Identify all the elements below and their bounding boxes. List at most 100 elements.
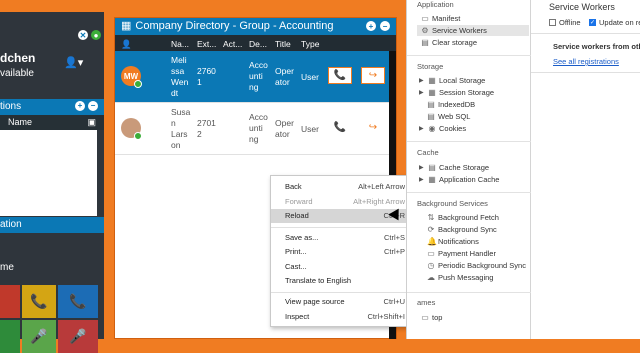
avatar-column-icon: 👤 [121, 39, 132, 49]
nav-notifications[interactable]: 🔔 Notifications [427, 236, 479, 247]
divider [407, 292, 531, 293]
transfer-button[interactable]: ↪ [361, 119, 385, 136]
add-icon[interactable]: + [366, 21, 376, 31]
nav-indexeddb[interactable]: ▤ IndexedDB [427, 99, 475, 110]
gear-icon: ⚙ [421, 26, 429, 35]
row-type: User [301, 124, 319, 134]
table-row[interactable]: MW Meli ssa Wen dt 2760 1 Acco unti ng O… [115, 51, 396, 103]
nav-background-fetch[interactable]: ⇅ Background Fetch [427, 212, 499, 223]
expand-arrow-icon[interactable]: ▶ [419, 125, 425, 132]
database-icon: ▤ [421, 38, 429, 47]
col-ext[interactable]: Ext... [197, 39, 216, 49]
transfer-button[interactable]: ↪ [361, 67, 385, 84]
status-icon[interactable]: ● [91, 30, 101, 40]
row-title: Oper ator [275, 66, 294, 87]
remove-icon[interactable]: − [380, 21, 390, 31]
nav-frame-top[interactable]: ▭ top [421, 312, 442, 323]
service-workers-pane: Service Workers Offline ✓ Update on rel S… [531, 0, 640, 339]
sync-icon: ⇅ [427, 213, 435, 222]
expand-arrow-icon[interactable]: ▶ [419, 176, 425, 183]
tile-green[interactable] [0, 320, 20, 353]
divider [531, 72, 640, 73]
offline-checkbox[interactable]: Offline [549, 18, 581, 27]
menu-item-inspect[interactable]: Inspect Ctrl+Shift+I [271, 310, 411, 324]
nav-service-workers[interactable]: ⚙ Service Workers [417, 25, 529, 36]
update-on-reload-checkbox[interactable]: ✓ Update on rel [589, 18, 640, 27]
directory-title: Company Directory - Group - Accounting [135, 20, 334, 32]
menu-item-print[interactable]: Print... Ctrl+P [271, 245, 411, 259]
directory-column-header: 👤 Na... Ext... Act... De... Title Type [115, 35, 396, 51]
sync-icon: ⟳ [427, 225, 435, 234]
add-icon[interactable]: + [75, 101, 85, 111]
nav-session-storage[interactable]: ▶ ▦ Session Storage [419, 87, 494, 98]
call-button[interactable]: 📞 [328, 119, 352, 136]
presence-dot [134, 132, 142, 140]
menu-separator [271, 227, 411, 228]
tile-red[interactable] [0, 285, 20, 318]
close-icon[interactable]: ✕ [78, 30, 88, 40]
card-icon: ▭ [427, 249, 435, 258]
expand-arrow-icon[interactable]: ▶ [419, 77, 425, 84]
checkbox-checked-icon[interactable]: ✓ [589, 19, 596, 26]
nav-periodic-sync[interactable]: ◷ Periodic Background Sync [427, 260, 526, 271]
bell-icon: 🔔 [427, 237, 437, 246]
menu-item-back[interactable]: Back Alt+Left Arrow [271, 180, 411, 194]
menu-separator [271, 292, 411, 293]
divider [407, 141, 531, 142]
left-column-header: Name ▣ [0, 115, 104, 130]
devtools-panel: Application ▭ Manifest ⚙ Service Workers ▤… [406, 0, 640, 339]
presence-dot [134, 80, 142, 88]
menu-item-translate[interactable]: Translate to English [271, 274, 411, 288]
col-title[interactable]: Title [275, 39, 291, 49]
col-act[interactable]: Act... [223, 39, 242, 49]
nav-payment-handler[interactable]: ▭ Payment Handler [427, 248, 496, 259]
nav-cookies[interactable]: ▶ ◉ Cookies [419, 123, 466, 134]
microphone-icon[interactable]: 🎤 [22, 320, 56, 353]
nav-local-storage[interactable]: ▶ ▦ Local Storage [419, 75, 485, 86]
cookie-icon: ◉ [428, 124, 436, 133]
divider [407, 55, 531, 56]
others-heading: Service workers from oth [553, 42, 640, 51]
file-icon: ▭ [421, 14, 429, 23]
grid-icon: ▦ [121, 20, 132, 32]
page-title: Service Workers [549, 2, 615, 12]
row-name: Susa n Lars on [171, 107, 191, 150]
hold-call-icon[interactable]: 📞 [22, 285, 56, 318]
grid-icon: ▦ [428, 76, 436, 85]
directory-title-bar: ▦ Company Directory - Group - Accounting… [115, 18, 396, 35]
menu-item-forward[interactable]: Forward Alt+Right Arrow [271, 195, 411, 209]
call-button[interactable]: 📞 [328, 67, 352, 84]
menu-item-view-source[interactable]: View page source Ctrl+U [271, 295, 411, 309]
col-type[interactable]: Type [301, 39, 319, 49]
expand-arrow-icon[interactable]: ▶ [419, 89, 425, 96]
image-column-icon: ▣ [87, 117, 96, 127]
phone-icon: 📞 [333, 122, 347, 133]
remove-icon[interactable]: − [88, 101, 98, 111]
see-all-registrations-link[interactable]: See all registrations [553, 57, 619, 66]
mute-microphone-icon[interactable]: 🎤 [58, 320, 98, 353]
context-menu: Back Alt+Left Arrow Forward Alt+Right Ar… [270, 175, 412, 327]
nav-clear-storage[interactable]: ▤ Clear storage [421, 37, 477, 48]
group-storage: Storage [417, 62, 444, 71]
phone-icon: 📞 [333, 70, 347, 81]
col-name[interactable]: Na... [171, 39, 189, 49]
menu-item-save-as[interactable]: Save as... Ctrl+S [271, 231, 411, 245]
table-row[interactable]: Susa n Lars on 2701 2 Acco unti ng Oper … [115, 103, 396, 155]
expand-arrow-icon[interactable]: ▶ [419, 164, 425, 171]
nav-application-cache[interactable]: ▶ ▦ Application Cache [419, 174, 499, 185]
col-dept[interactable]: De... [249, 39, 267, 49]
menu-item-cast[interactable]: Cast... [271, 260, 411, 274]
left-list [0, 130, 97, 216]
nav-cache-storage[interactable]: ▶ ▤ Cache Storage [419, 162, 489, 173]
row-ext: 2760 1 [197, 66, 216, 87]
checkbox-box[interactable] [549, 19, 556, 26]
group-cache: Cache [417, 148, 439, 157]
nav-manifest[interactable]: ▭ Manifest [421, 13, 460, 24]
user-menu-icon[interactable]: 👤▾ [64, 56, 83, 69]
nav-push-messaging[interactable]: ☁ Push Messaging [427, 272, 493, 283]
nav-background-sync[interactable]: ⟳ Background Sync [427, 224, 497, 235]
database-icon: ▤ [427, 112, 435, 121]
transfer-call-icon[interactable]: 📞 [58, 285, 98, 318]
nav-websql[interactable]: ▤ Web SQL [427, 111, 470, 122]
row-ext: 2701 2 [197, 118, 216, 139]
